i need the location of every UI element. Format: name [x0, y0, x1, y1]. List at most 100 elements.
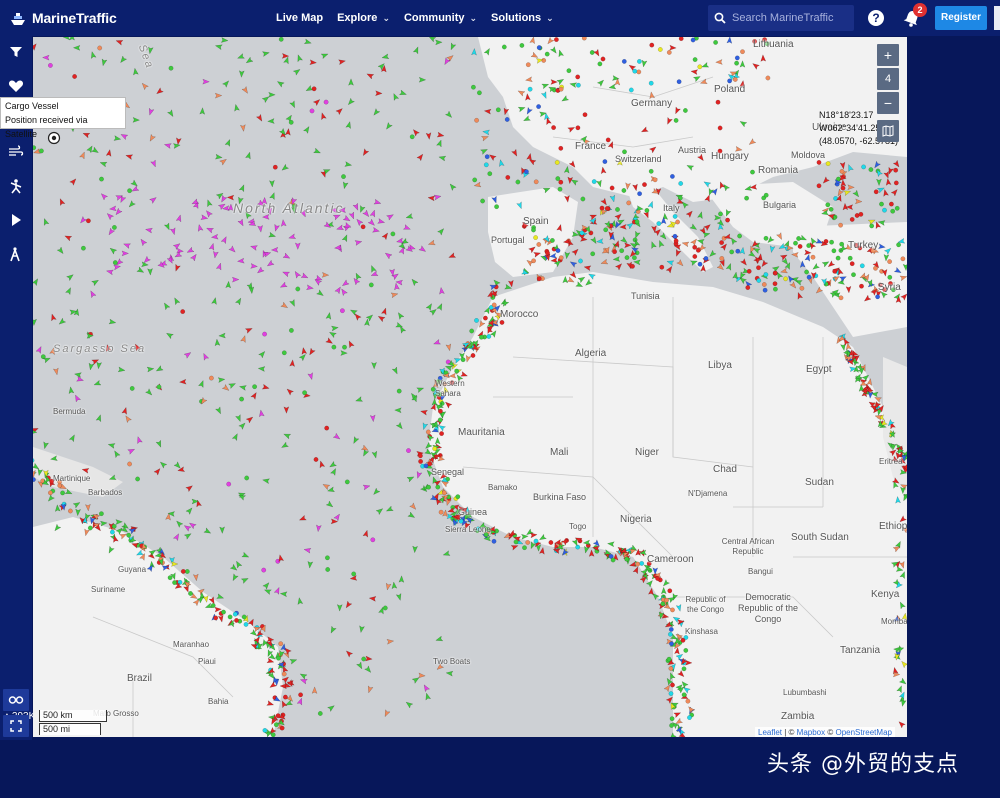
- vessel-marker[interactable]: [708, 249, 717, 258]
- vessel-marker[interactable]: [619, 236, 628, 245]
- vessel-marker[interactable]: [610, 557, 616, 563]
- vessel-marker[interactable]: [494, 204, 499, 210]
- vessel-marker[interactable]: [377, 218, 386, 225]
- vessel-marker[interactable]: [268, 231, 277, 239]
- vessel-marker[interactable]: [276, 79, 285, 88]
- vessel-marker[interactable]: [140, 82, 149, 91]
- vessel-marker[interactable]: [364, 665, 373, 674]
- vessel-marker[interactable]: [72, 74, 77, 79]
- vessel-marker[interactable]: [261, 50, 270, 57]
- vessel-marker[interactable]: [810, 254, 816, 260]
- vessel-marker[interactable]: [317, 711, 323, 716]
- vessel-marker[interactable]: [344, 600, 353, 609]
- vessel-marker[interactable]: [418, 245, 427, 254]
- vessel-marker[interactable]: [634, 219, 640, 225]
- nav-solutions[interactable]: Solutions ⌄: [491, 12, 554, 24]
- vessel-marker[interactable]: [93, 379, 102, 387]
- vessel-marker[interactable]: [175, 214, 183, 223]
- vessel-marker[interactable]: [725, 217, 730, 223]
- vessel-marker[interactable]: [58, 317, 67, 326]
- vessel-marker[interactable]: [334, 286, 343, 295]
- vessel-marker[interactable]: [846, 164, 854, 173]
- vessel-marker[interactable]: [391, 581, 398, 590]
- vessel-marker[interactable]: [101, 58, 108, 67]
- vessel-marker[interactable]: [136, 266, 145, 275]
- vessel-marker[interactable]: [33, 42, 38, 51]
- vessel-marker[interactable]: [361, 148, 370, 157]
- vessel-marker[interactable]: [390, 291, 399, 299]
- vessel-marker[interactable]: [306, 284, 314, 291]
- vessel-marker[interactable]: [47, 490, 53, 496]
- vessel-marker[interactable]: [498, 159, 505, 168]
- vessel-marker[interactable]: [202, 78, 210, 85]
- vessel-marker[interactable]: [885, 177, 892, 186]
- vessel-marker[interactable]: [391, 366, 399, 375]
- vessel-marker[interactable]: [238, 384, 247, 391]
- vessel-marker[interactable]: [33, 477, 36, 482]
- vessel-marker[interactable]: [621, 188, 627, 193]
- vessel-marker[interactable]: [330, 518, 339, 525]
- vessel-marker[interactable]: [220, 236, 228, 245]
- vessel-marker[interactable]: [715, 99, 721, 105]
- vessel-marker[interactable]: [697, 64, 703, 70]
- vessel-marker[interactable]: [180, 309, 186, 314]
- vessel-marker[interactable]: [583, 264, 592, 272]
- vessel-marker[interactable]: [250, 263, 258, 269]
- vessel-marker[interactable]: [345, 121, 353, 130]
- vessel-marker[interactable]: [373, 198, 382, 206]
- vessel-marker[interactable]: [163, 142, 172, 149]
- vessel-marker[interactable]: [557, 186, 563, 192]
- vessel-marker[interactable]: [100, 520, 108, 527]
- vessel-marker[interactable]: [342, 214, 351, 223]
- vessel-marker[interactable]: [257, 366, 266, 372]
- vessel-marker[interactable]: [409, 134, 415, 140]
- fullscreen-button[interactable]: [3, 715, 29, 737]
- vessel-marker[interactable]: [33, 277, 40, 287]
- vessel-marker[interactable]: [436, 139, 444, 148]
- vessel-marker[interactable]: [789, 281, 798, 290]
- vessel-marker[interactable]: [238, 184, 246, 193]
- vessel-marker[interactable]: [519, 42, 525, 48]
- vessel-marker[interactable]: [869, 223, 875, 229]
- vessel-marker[interactable]: [240, 576, 249, 584]
- vessel-marker[interactable]: [890, 208, 896, 214]
- vessel-marker[interactable]: [406, 475, 415, 483]
- vessel-marker[interactable]: [576, 82, 581, 88]
- vessel-marker[interactable]: [580, 196, 586, 202]
- vessel-marker[interactable]: [405, 213, 414, 221]
- vessel-marker[interactable]: [590, 251, 596, 257]
- vessel-marker[interactable]: [729, 249, 735, 255]
- vessel-marker[interactable]: [591, 179, 597, 185]
- vessel-marker[interactable]: [495, 107, 501, 113]
- vessel-marker[interactable]: [697, 211, 705, 220]
- vessel-marker[interactable]: [300, 272, 309, 280]
- vessel-marker[interactable]: [763, 192, 769, 198]
- vessel-marker[interactable]: [422, 684, 431, 693]
- vessel-marker[interactable]: [155, 87, 164, 96]
- vessel-marker[interactable]: [355, 218, 364, 227]
- vessel-marker[interactable]: [239, 396, 245, 402]
- vessel-marker[interactable]: [288, 119, 294, 125]
- vessel-marker[interactable]: [159, 460, 168, 469]
- vessel-marker[interactable]: [325, 337, 334, 346]
- vessel-marker[interactable]: [432, 446, 438, 452]
- vessel-marker[interactable]: [612, 249, 617, 255]
- vessel-marker[interactable]: [261, 567, 267, 573]
- vessel-marker[interactable]: [554, 37, 559, 42]
- vessel-marker[interactable]: [163, 222, 171, 231]
- vessel-marker[interactable]: [435, 39, 443, 46]
- vessel-marker[interactable]: [47, 62, 53, 68]
- vessel-marker[interactable]: [105, 268, 114, 276]
- vessel-marker[interactable]: [238, 421, 247, 430]
- vessel-marker[interactable]: [739, 258, 748, 267]
- vessel-marker[interactable]: [234, 297, 243, 306]
- vessel-marker[interactable]: [221, 383, 230, 392]
- vessel-marker[interactable]: [361, 656, 367, 662]
- leaflet-link[interactable]: Leaflet: [758, 728, 782, 737]
- vessel-marker[interactable]: [639, 561, 645, 566]
- vessel-marker[interactable]: [415, 470, 423, 479]
- vessel-marker[interactable]: [293, 270, 302, 279]
- vessel-marker[interactable]: [189, 253, 198, 262]
- vessel-marker[interactable]: [417, 453, 423, 459]
- vessel-marker[interactable]: [894, 205, 900, 211]
